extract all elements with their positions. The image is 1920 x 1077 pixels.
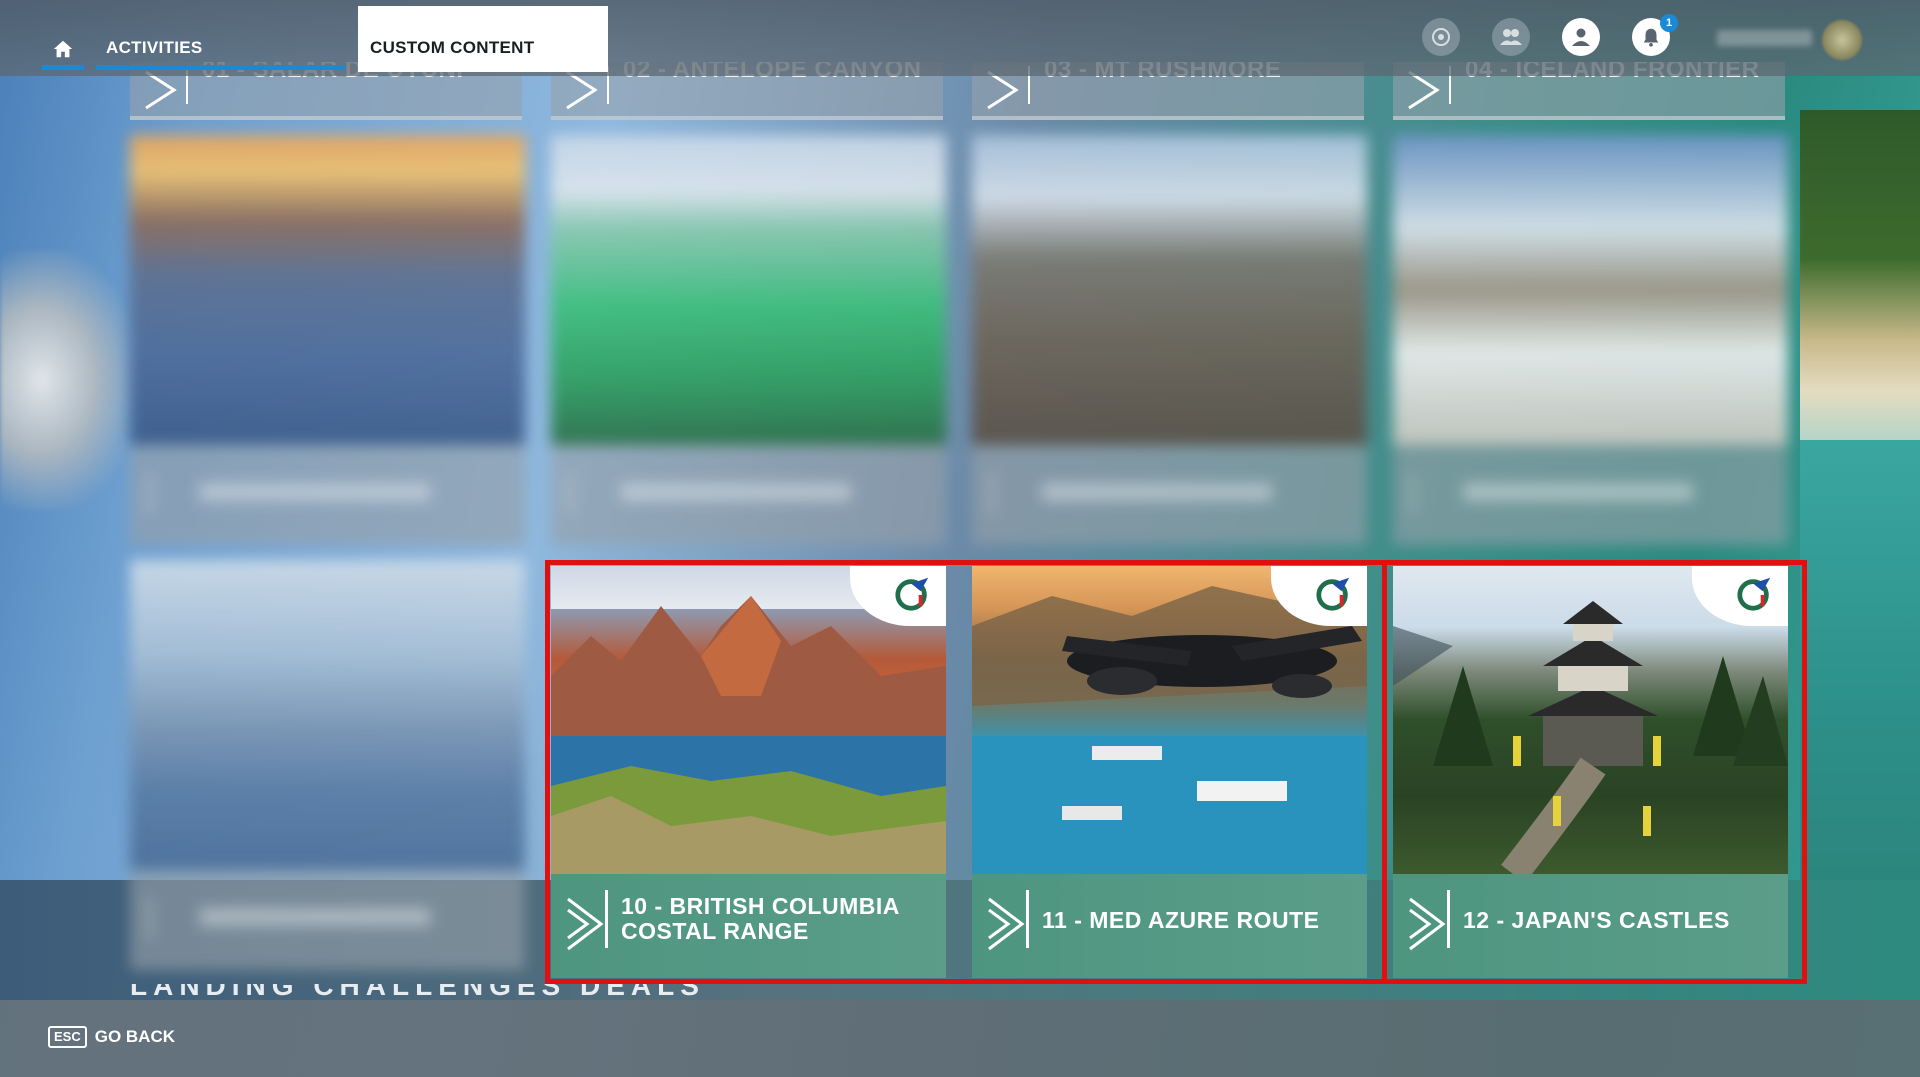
home-tab[interactable] — [40, 26, 86, 72]
selection-divider — [1382, 560, 1387, 984]
card-footer — [130, 870, 525, 970]
activity-card-med-azure[interactable]: 11 - MED AZURE ROUTE — [972, 566, 1367, 978]
notifications-button[interactable]: 1 — [1632, 14, 1678, 56]
chevron-right-icon — [567, 897, 604, 951]
card-footer — [1393, 445, 1788, 545]
card-footer — [972, 445, 1367, 545]
card-title: 11 - MED AZURE ROUTE — [1042, 907, 1320, 933]
achievement-icon — [1432, 28, 1450, 46]
notification-badge: 1 — [1660, 14, 1678, 32]
card-footer — [551, 445, 946, 545]
friends-button[interactable] — [1492, 18, 1530, 56]
blurred-card[interactable] — [551, 135, 946, 545]
card-image — [551, 566, 946, 874]
blurred-card[interactable] — [130, 560, 525, 970]
card-image — [972, 135, 1367, 445]
card-image — [1393, 135, 1788, 445]
blurred-card[interactable] — [972, 135, 1367, 545]
card-title-line-2: COSTAL RANGE — [621, 918, 809, 944]
friends-icon — [1500, 29, 1522, 45]
card-image — [1393, 566, 1788, 874]
tab-custom-content[interactable]: CUSTOM CONTENT — [358, 6, 608, 72]
card-image — [551, 135, 946, 445]
card-footer — [130, 445, 525, 545]
card-title-line-1: 10 - BRITISH COLUMBIA — [621, 893, 900, 919]
tab-activities[interactable]: ACTIVITIES — [96, 26, 346, 72]
top-navigation-bar: ACTIVITIES CUSTOM CONTENT 1 — [0, 0, 1920, 76]
go-back-button[interactable]: ESC GO BACK — [48, 1026, 175, 1048]
profile-name-blurred — [1717, 30, 1812, 46]
chevron-right-icon — [145, 70, 177, 110]
background-forest — [1800, 110, 1920, 440]
publisher-logo-icon — [1737, 577, 1771, 611]
blurred-card[interactable] — [1393, 135, 1788, 545]
avatar[interactable] — [1822, 20, 1862, 60]
activity-card-british-columbia[interactable]: 10 - BRITISH COLUMBIA COSTAL RANGE — [551, 566, 946, 978]
card-footer: 10 - BRITISH COLUMBIA COSTAL RANGE — [551, 874, 946, 978]
card-image — [130, 560, 525, 870]
achievement-button[interactable] — [1422, 18, 1460, 56]
separator — [1447, 890, 1450, 948]
section-heading-text: LANDING CHALLENGES DEALS — [130, 984, 705, 998]
blurred-card[interactable] — [130, 135, 525, 545]
card-image — [972, 566, 1367, 874]
tab-activities-label: ACTIVITIES — [106, 38, 203, 57]
card-footer: 12 - JAPAN'S CASTLES — [1393, 874, 1788, 978]
card-footer: 11 - MED AZURE ROUTE — [972, 874, 1367, 978]
background-airplane — [0, 250, 140, 510]
profile-icon — [1572, 28, 1590, 46]
publisher-logo-icon — [1316, 577, 1350, 611]
tab-custom-content-label: CUSTOM CONTENT — [370, 38, 535, 57]
chevron-right-icon — [1409, 897, 1446, 951]
esc-key-icon: ESC — [48, 1026, 87, 1048]
separator — [605, 890, 608, 948]
separator — [1026, 890, 1029, 948]
card-image — [130, 135, 525, 445]
section-heading: LANDING CHALLENGES DEALS — [130, 984, 830, 998]
card-title: 10 - BRITISH COLUMBIA COSTAL RANGE — [621, 894, 931, 944]
activity-card-japans-castles[interactable]: 12 - JAPAN'S CASTLES — [1393, 566, 1788, 978]
chevron-right-icon — [987, 70, 1019, 110]
profile-button[interactable] — [1562, 18, 1600, 56]
chevron-right-icon — [566, 70, 598, 110]
card-title: 12 - JAPAN'S CASTLES — [1463, 907, 1730, 933]
home-icon — [53, 40, 73, 58]
bell-icon — [1643, 28, 1659, 47]
bottom-bar: ESC GO BACK — [0, 1000, 1920, 1077]
go-back-label: GO BACK — [94, 1027, 176, 1046]
publisher-logo-icon — [895, 577, 929, 611]
chevron-right-icon — [988, 897, 1025, 951]
chevron-right-icon — [1408, 70, 1440, 110]
top-icon-group: 1 — [1422, 14, 1678, 56]
